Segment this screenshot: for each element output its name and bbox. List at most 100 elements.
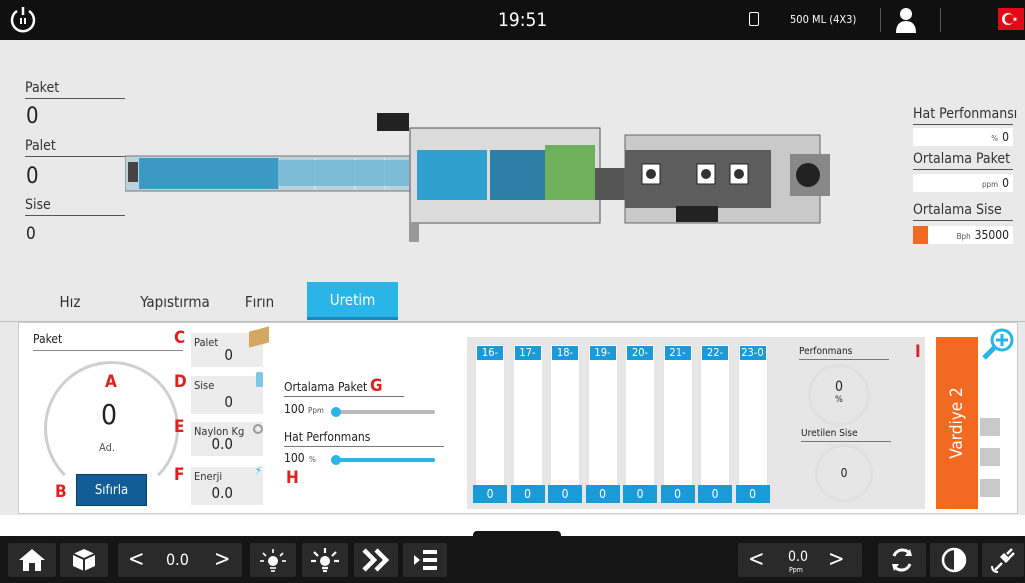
hatperf-slider-value: 100 — [284, 451, 305, 465]
contrast-button[interactable] — [930, 543, 978, 577]
ortalama-paket-box: ppm 0 — [913, 174, 1013, 192]
product-label[interactable]: 500 ML (4X3) — [790, 13, 856, 26]
reset-button[interactable]: Sıfırla — [76, 474, 147, 506]
shift-value: 0 — [735, 485, 770, 503]
shift-column: 21-22 0 — [660, 344, 695, 503]
perf-gauge: 0 % — [808, 364, 870, 426]
shift-label: 20-21 — [627, 346, 653, 373]
right-speed-next[interactable]: > — [828, 547, 845, 572]
naylon-box: Naylon Kg 0.0 — [191, 422, 263, 456]
hat-perf-unit: % — [991, 134, 999, 143]
enerji-box: Enerji 0.0 ⚡ — [191, 464, 263, 505]
ortalama-paket-unit: ppm — [981, 180, 999, 189]
shift-label: 21-22 — [664, 346, 691, 373]
power-pause-icon[interactable] — [8, 5, 38, 35]
paket-gauge-value: 0 — [101, 398, 118, 431]
left-speed-control: < 0.0 > — [118, 543, 242, 577]
shift-value: 0 — [585, 485, 620, 503]
palet-box-value: 0 — [224, 346, 233, 364]
vardiye-banner[interactable]: Vardiye 2 — [936, 337, 978, 509]
ortpaket-slider-knob[interactable] — [331, 407, 341, 417]
shift-label: 19-20 — [589, 346, 616, 373]
sise-box: Sise 0 — [191, 372, 263, 414]
ortpaket-slider-value: 100 — [284, 402, 305, 416]
shift-column: 16-17 0 — [473, 344, 507, 503]
plug-icon — [991, 548, 1015, 573]
square-button-3[interactable] — [980, 479, 1000, 497]
ortpaket-slider-label: Ortalama Paket — [284, 380, 404, 397]
light-bright-button[interactable] — [302, 543, 348, 577]
hatperf-slider[interactable] — [331, 455, 435, 465]
ortalama-sise-fill — [913, 226, 928, 244]
shift-column: 19-20 0 — [585, 344, 620, 503]
ortalama-paket-value: 0 — [1002, 176, 1009, 190]
right-speed-value: 0.0 — [788, 549, 809, 565]
marker-h: H — [286, 468, 299, 488]
paket-counter-label: Paket — [25, 80, 125, 99]
light-dim-button[interactable] — [250, 543, 296, 577]
paket-gauge-unit: Ad. — [99, 441, 116, 454]
right-speed-control: < 0.0 Ppm > — [738, 543, 862, 577]
hatperf-slider-knob[interactable] — [331, 455, 341, 465]
enerji-box-value: 0.0 — [211, 484, 233, 502]
light-bulb-icon — [311, 548, 339, 573]
palet-box-label: Palet — [194, 336, 219, 349]
naylon-box-value: 0.0 — [211, 435, 233, 453]
recycle-button[interactable] — [878, 543, 926, 577]
left-speed-value: 0.0 — [166, 550, 189, 569]
tab-yapistirma[interactable]: Yapıstırma — [120, 282, 230, 322]
package-button[interactable] — [60, 543, 108, 577]
sise-counter-label: Sise — [25, 197, 125, 216]
square-button-1[interactable] — [980, 418, 1000, 436]
tab-bar: Hız Yapıstırma Fırın Uretim — [0, 282, 1025, 322]
right-speed-prev[interactable]: < — [748, 547, 765, 572]
marker-d: D — [174, 372, 187, 392]
left-speed-next[interactable]: > — [214, 547, 231, 572]
bottle-icon — [749, 12, 759, 26]
marker-f: F — [174, 465, 185, 485]
marker-a: A — [105, 372, 117, 392]
hat-perf-value: 0 — [1002, 130, 1009, 144]
tab-firin[interactable]: Fırın — [232, 282, 287, 322]
sise-box-value: 0 — [224, 393, 233, 411]
home-button[interactable] — [8, 543, 56, 577]
shift-label: 16-17 — [477, 346, 503, 373]
turkish-flag-icon[interactable] — [998, 8, 1024, 30]
marker-e: E — [174, 417, 185, 437]
shift-value: 0 — [698, 485, 732, 503]
shift-value: 0 — [473, 485, 507, 503]
sise-counter-value: 0 — [26, 224, 36, 244]
hat-perf-label: Hat Perfonmansı — [913, 106, 1017, 125]
hat-perf-box: % 0 — [913, 128, 1013, 146]
production-line-diagram[interactable] — [125, 110, 835, 250]
ortalama-sise-box: Bph 35000 — [913, 226, 1013, 244]
menu-collapse-button[interactable] — [403, 543, 447, 577]
cube-icon — [72, 549, 96, 571]
uretim-panel: Paket A 0 Ad. B Sıfırla C Palet 0 D Sise… — [18, 322, 1018, 514]
ortpaket-slider-unit: Ppm — [308, 406, 324, 415]
clock: 19:51 — [498, 9, 548, 31]
recycle-icon — [892, 548, 912, 572]
user-icon[interactable] — [894, 7, 918, 33]
palet-counter-value: 0 — [26, 164, 39, 189]
light-bulb-icon — [260, 549, 286, 572]
power-plug-button[interactable] — [982, 543, 1024, 577]
palet-box: Palet 0 — [191, 326, 269, 367]
ortalama-sise-label: Ortalama Sise — [913, 202, 1013, 221]
top-bar: 19:51 500 ML (4X3) — [0, 0, 1025, 40]
ortpaket-slider[interactable] — [331, 407, 435, 417]
zoom-in-icon[interactable] — [981, 327, 1015, 361]
square-button-2[interactable] — [980, 448, 1000, 466]
hatperf-slider-unit: % — [309, 455, 316, 464]
left-speed-prev[interactable]: < — [128, 547, 145, 572]
vardiye-label: Vardiye 2 — [947, 387, 967, 459]
fast-forward-button[interactable] — [354, 543, 398, 577]
shift-column: 17-18 0 — [510, 344, 545, 503]
tab-uretim[interactable]: Uretim — [307, 282, 398, 320]
paket-counter-value: 0 — [26, 104, 39, 129]
ortalama-paket-label: Ortalama Paket — [913, 151, 1013, 170]
bottom-bar: < 0.0 > < 0.0 Ppm > — [0, 536, 1025, 583]
shift-value: 0 — [660, 485, 695, 503]
shift-label: 22-23 — [702, 346, 728, 373]
tab-hiz[interactable]: Hız — [40, 282, 100, 322]
